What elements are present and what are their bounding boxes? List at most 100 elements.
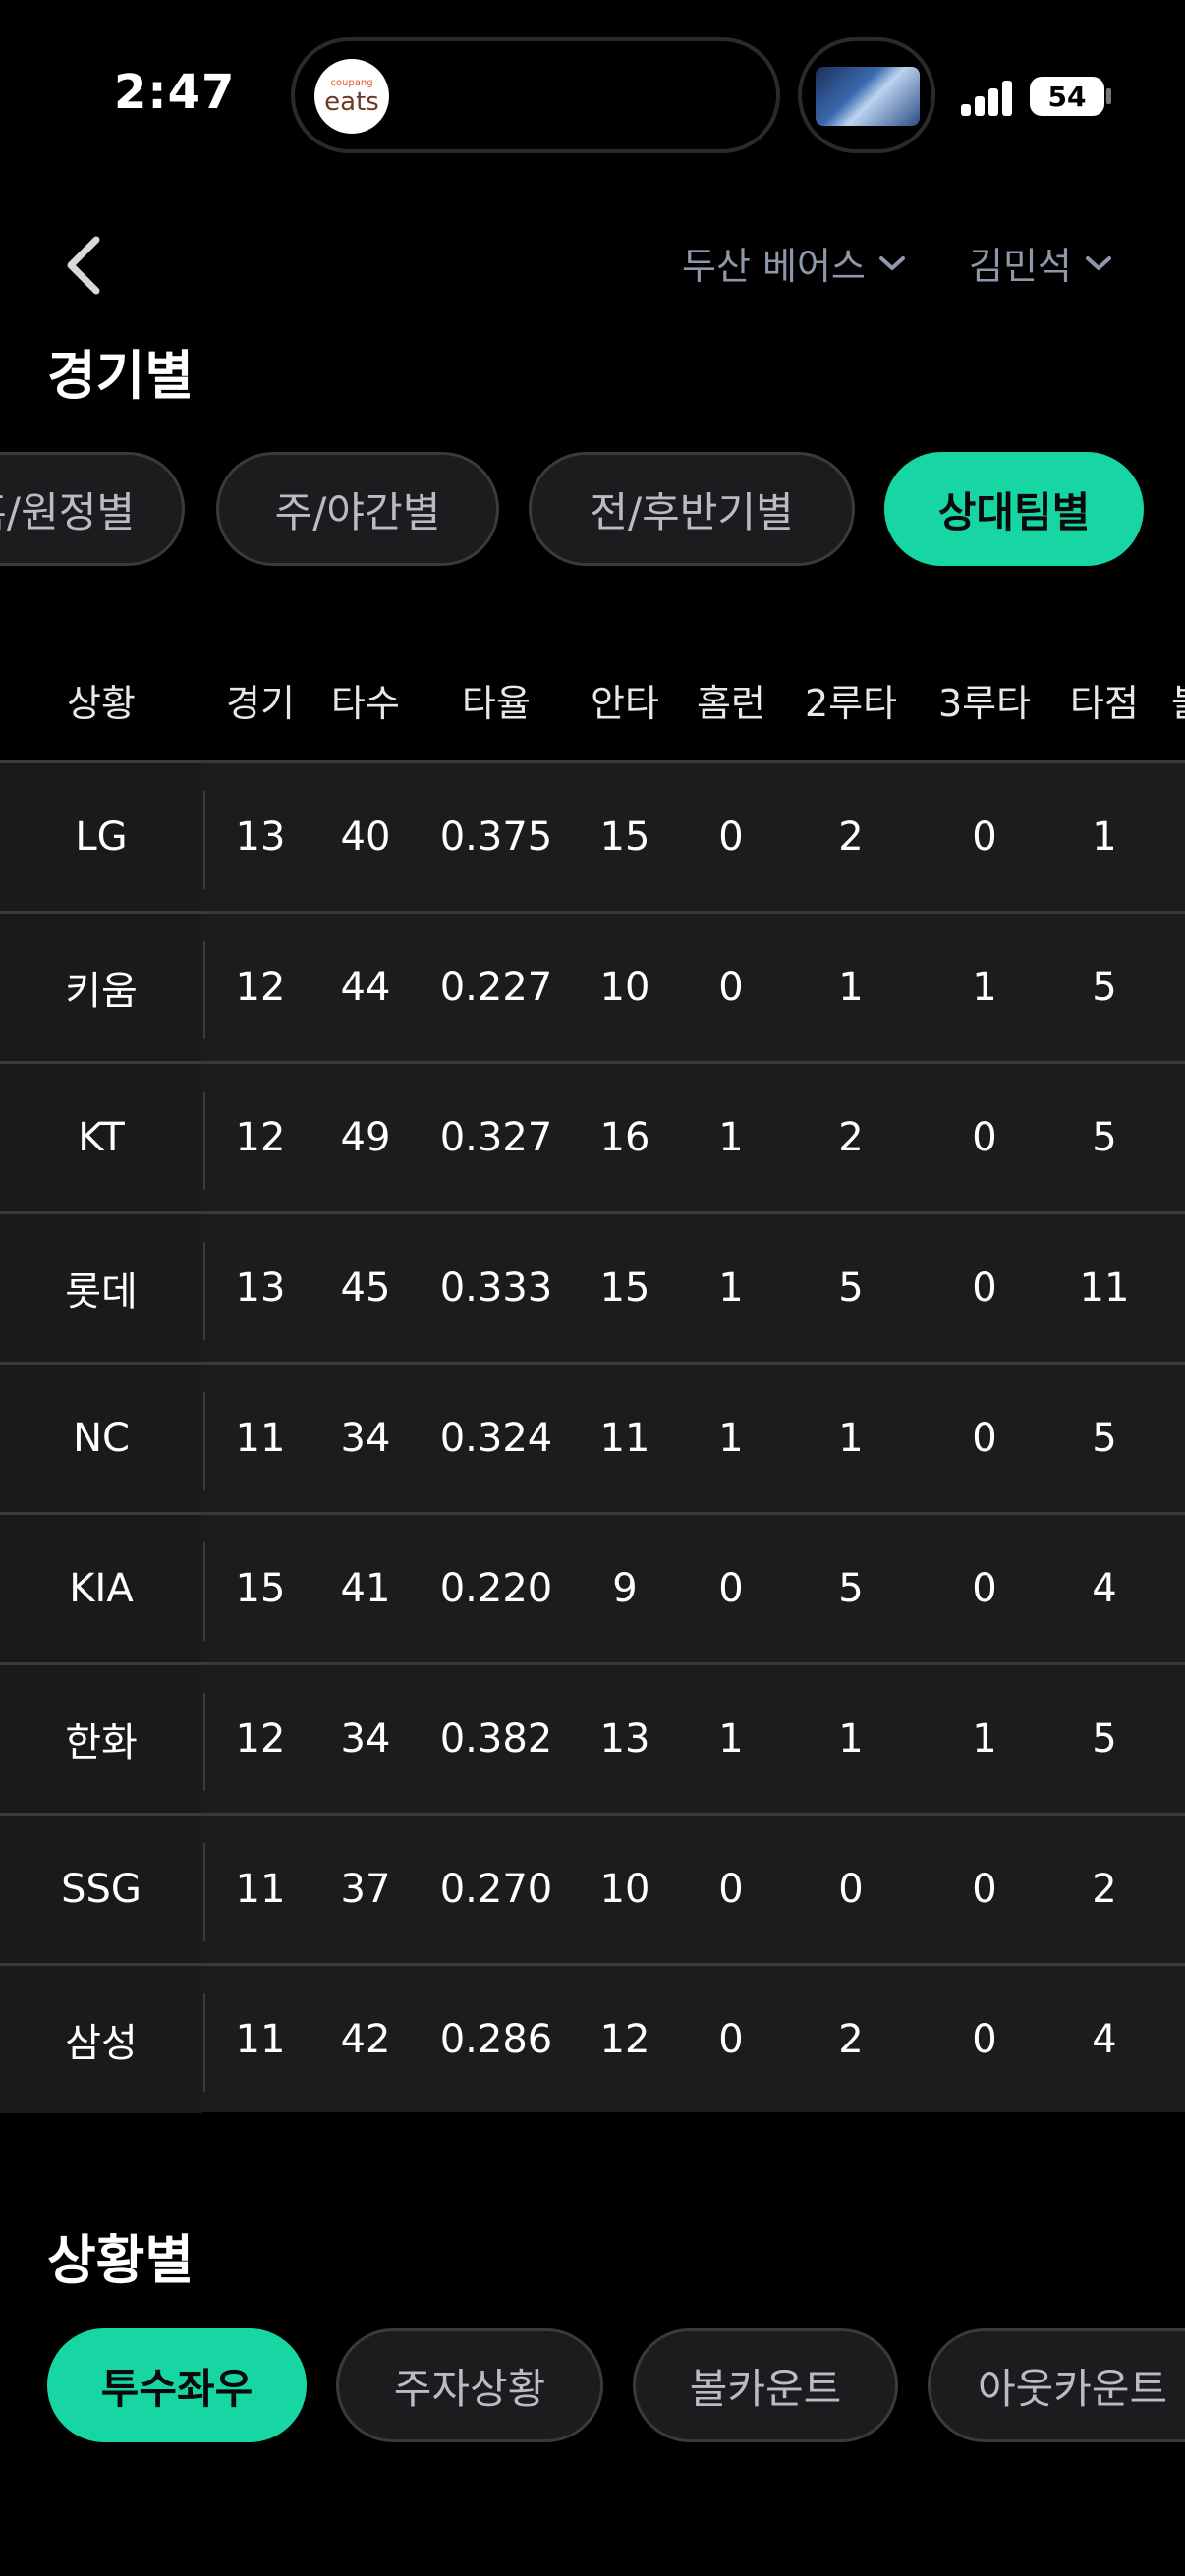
cell-team: SSG [0, 1816, 202, 1963]
table-row: 키움 12 44 0.227 10 0 1 1 5 [0, 911, 1185, 1061]
cell-home-runs: 1 [718, 1265, 744, 1311]
cell-doubles: 1 [838, 1716, 864, 1762]
cell-doubles: 1 [838, 965, 864, 1010]
cellular-signal-icon [961, 81, 1014, 116]
chevron-down-icon [878, 255, 905, 270]
cell-hits: 11 [599, 1416, 650, 1461]
cell-games: 13 [235, 1265, 286, 1311]
cell-triples: 0 [972, 2017, 997, 2062]
cell-avg: 0.324 [439, 1416, 553, 1461]
cell-avg: 0.220 [439, 1566, 553, 1611]
chip-runner-situation[interactable]: 주자상황 [336, 2328, 603, 2442]
column-header-rbi: 타점 [1070, 681, 1139, 725]
cell-home-runs: 0 [718, 814, 744, 860]
table-row: SSG 11 37 0.270 10 0 0 0 2 [0, 1813, 1185, 1963]
cell-rbi: 5 [1092, 1416, 1117, 1461]
cell-triples: 0 [972, 1115, 997, 1160]
app-badge-big-text: eats [324, 87, 379, 117]
column-header-at-bats: 타수 [331, 681, 400, 725]
cell-team: KT [0, 1064, 202, 1211]
stats-table-header: 상황 경기 타수 타율 안타 홈런 2루타 3루타 타점 볼 [0, 639, 1185, 760]
cell-games: 12 [235, 965, 286, 1010]
chip-day-night[interactable]: 주/야간별 [216, 452, 499, 566]
section-title-situation: 상황별 [47, 2229, 195, 2291]
cell-games: 15 [235, 1566, 286, 1611]
column-divider [203, 791, 205, 889]
cell-at-bats: 45 [340, 1265, 391, 1311]
chip-opponent-team[interactable]: 상대팀별 [884, 452, 1144, 566]
video-thumbnail-icon [816, 67, 920, 126]
cell-rbi: 1 [1092, 814, 1117, 860]
chip-ball-count[interactable]: 볼카운트 [633, 2328, 898, 2442]
cell-games: 11 [235, 1867, 286, 1912]
column-divider [203, 1242, 205, 1340]
chip-half-season[interactable]: 전/후반기별 [529, 452, 855, 566]
cell-at-bats: 37 [340, 1867, 391, 1912]
column-header-triples: 3루타 [937, 681, 1032, 725]
cell-team: NC [0, 1365, 202, 1512]
cell-doubles: 0 [838, 1867, 864, 1912]
team-dropdown[interactable]: 두산 베어스 [682, 236, 907, 290]
player-dropdown[interactable]: 김민석 [969, 236, 1113, 290]
cell-home-runs: 0 [718, 1867, 744, 1912]
column-divider [203, 1693, 205, 1791]
cell-rbi: 2 [1092, 1867, 1117, 1912]
cell-rbi: 5 [1092, 1115, 1117, 1160]
cell-games: 11 [235, 2017, 286, 2062]
table-row: KIA 15 41 0.220 9 0 5 0 4 [0, 1512, 1185, 1662]
table-row: KT 12 49 0.327 16 1 2 0 5 [0, 1061, 1185, 1211]
cell-hits: 15 [599, 1265, 650, 1311]
cell-hits: 12 [599, 2017, 650, 2062]
cell-triples: 0 [972, 1416, 997, 1461]
cell-doubles: 1 [838, 1416, 864, 1461]
column-divider [203, 941, 205, 1039]
cell-at-bats: 34 [340, 1716, 391, 1762]
cell-at-bats: 44 [340, 965, 391, 1010]
chip-pitcher-hand[interactable]: 투수좌우 [47, 2328, 307, 2442]
cell-rbi: 4 [1092, 1566, 1117, 1611]
cell-avg: 0.327 [439, 1115, 553, 1160]
cell-triples: 0 [972, 814, 997, 860]
cell-at-bats: 41 [340, 1566, 391, 1611]
cell-hits: 10 [599, 965, 650, 1010]
media-activity[interactable] [798, 37, 935, 153]
chip-home-away[interactable]: 홈/원정별 [0, 452, 185, 566]
cell-triples: 0 [972, 1265, 997, 1311]
team-dropdown-label: 두산 베어스 [682, 245, 866, 288]
cell-team: 한화 [0, 1665, 202, 1813]
chevron-down-icon [1085, 255, 1111, 270]
cell-doubles: 2 [838, 2017, 864, 2062]
chip-out-count[interactable]: 아웃카운트 [928, 2328, 1185, 2442]
cell-triples: 1 [972, 1716, 997, 1762]
cell-rbi: 5 [1092, 965, 1117, 1010]
column-header-situation: 상황 [67, 681, 136, 725]
column-header-avg: 타율 [462, 681, 531, 725]
column-divider [203, 1542, 205, 1641]
table-row: NC 11 34 0.324 11 1 1 0 5 [0, 1362, 1185, 1512]
table-row: 삼성 11 42 0.286 12 0 2 0 4 [0, 1963, 1185, 2113]
cell-team: LG [0, 763, 202, 911]
coupang-eats-icon: coupang eats [314, 59, 389, 134]
cell-games: 11 [235, 1416, 286, 1461]
cell-at-bats: 42 [340, 2017, 391, 2062]
cell-avg: 0.382 [439, 1716, 553, 1762]
cell-triples: 0 [972, 1566, 997, 1611]
column-divider [203, 1092, 205, 1190]
cell-home-runs: 0 [718, 2017, 744, 2062]
cell-doubles: 5 [838, 1566, 864, 1611]
stats-table-body: LG 13 40 0.375 15 0 2 0 1 키움 12 44 0.227 10 0 1 1 5 KT 12 49… [0, 760, 1185, 2113]
column-header-games: 경기 [226, 681, 295, 725]
screen: 2:47 coupang eats 54 두산 베어스 김민석 경기별 홈/원정… [0, 0, 1185, 2576]
back-arrow-icon[interactable] [59, 234, 110, 297]
player-dropdown-label: 김민석 [969, 245, 1072, 288]
dynamic-island[interactable]: coupang eats [291, 37, 780, 153]
cell-doubles: 2 [838, 1115, 864, 1160]
cell-hits: 9 [612, 1566, 638, 1611]
cell-home-runs: 1 [718, 1716, 744, 1762]
section-title-game: 경기별 [47, 345, 195, 407]
cell-home-runs: 1 [718, 1115, 744, 1160]
cell-team: 삼성 [0, 1966, 202, 2113]
cell-home-runs: 0 [718, 965, 744, 1010]
cell-games: 13 [235, 814, 286, 860]
cell-hits: 15 [599, 814, 650, 860]
